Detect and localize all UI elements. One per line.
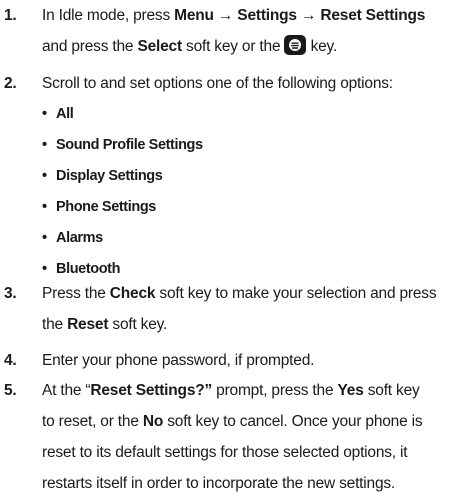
step-text-part: In Idle mode, press xyxy=(42,7,175,24)
step-text-part: to reset, or the xyxy=(42,413,143,430)
step-text-part: soft key to cancel. Once your phone is xyxy=(163,413,423,430)
option-label: All xyxy=(56,106,74,122)
option-item: • Alarms xyxy=(42,230,103,246)
option-item: • Phone Settings xyxy=(42,199,156,215)
yes-key-label: Yes xyxy=(337,382,364,399)
step-text-part: At the “ xyxy=(42,382,91,399)
step-text-part: soft key. xyxy=(108,316,168,333)
instruction-page: 1. In Idle mode, press Menu → Settings →… xyxy=(0,0,470,497)
step-number: 1. xyxy=(4,7,17,24)
option-label: Alarms xyxy=(56,230,103,246)
option-label: Bluetooth xyxy=(56,261,121,277)
step-4: 4. Enter your phone password, if prompte… xyxy=(0,345,470,376)
step-1: 1. In Idle mode, press Menu → Settings →… xyxy=(0,0,470,62)
step-text-part: key. xyxy=(306,38,338,55)
no-key-label: No xyxy=(142,413,164,430)
step-text-part: the xyxy=(42,316,68,333)
reset-key-label: Reset xyxy=(67,316,109,333)
step-text-part: restarts itself in order to incorporate … xyxy=(42,475,396,492)
step-number: 5. xyxy=(4,382,17,399)
step-text-part: soft key to make your selection and pres… xyxy=(155,285,437,302)
step-text: In Idle mode, press Menu → Settings → Re… xyxy=(42,0,466,62)
option-item: • Display Settings xyxy=(42,168,163,184)
step-text-part: soft key xyxy=(363,382,420,399)
options-list: • All • Sound Profile Settings • Display Se… xyxy=(42,99,470,285)
step-5: 5. At the “Reset Settings?” prompt, pres… xyxy=(0,375,470,499)
step-text: At the “Reset Settings?” prompt, press t… xyxy=(42,375,466,499)
option-item: • Sound Profile Settings xyxy=(42,137,203,153)
step-number: 2. xyxy=(4,75,17,92)
step-text-part: Press the xyxy=(42,285,110,302)
option-label: Phone Settings xyxy=(56,199,156,215)
step-3: 3. Press the Check soft key to make your… xyxy=(0,278,470,340)
step-text-part: and press the xyxy=(42,38,138,55)
step-text: Scroll to and set options one of the fol… xyxy=(42,75,393,92)
menu-path: Menu → Settings → Reset Settings xyxy=(174,7,426,24)
step-text-part: soft key or the xyxy=(181,38,285,55)
step-2: 2. Scroll to and set options one of the … xyxy=(0,68,470,285)
option-item: • All xyxy=(42,106,74,122)
step-text: Enter your phone password, if prompted. xyxy=(42,352,315,369)
option-label: Display Settings xyxy=(56,168,163,184)
step-number: 3. xyxy=(4,285,17,302)
step-text-part: prompt, press the xyxy=(212,382,338,399)
select-key-label: Select xyxy=(137,38,182,55)
check-key-label: Check xyxy=(109,285,156,302)
option-label: Sound Profile Settings xyxy=(56,137,203,153)
step-text: Press the Check soft key to make your se… xyxy=(42,278,466,340)
menu-ok-key-icon xyxy=(284,35,307,55)
step-text-part: reset to its default settings for those … xyxy=(42,444,408,461)
step-number: 4. xyxy=(4,352,17,369)
prompt-label: Reset Settings?” xyxy=(90,382,213,399)
